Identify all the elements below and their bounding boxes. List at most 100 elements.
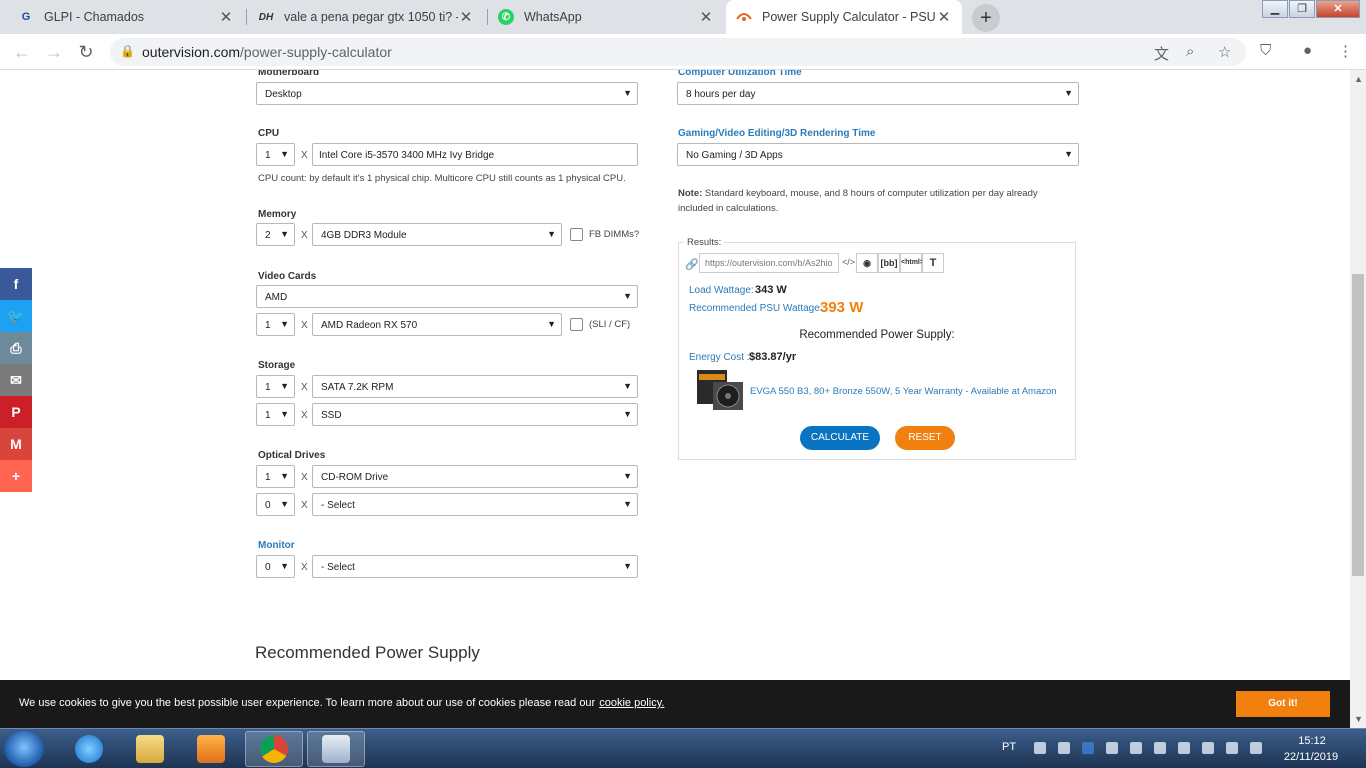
chrome-icon [260, 735, 288, 763]
url-domain: outervision.com [142, 44, 241, 60]
recommended-psu-heading: Recommended Power Supply [255, 643, 480, 662]
volume-icon[interactable] [1250, 742, 1262, 754]
back-button[interactable]: ← [10, 40, 34, 64]
start-button[interactable] [4, 731, 44, 767]
gaming-label: Gaming/Video Editing/3D Rendering Time [678, 128, 876, 139]
close-icon[interactable]: ✕ [218, 8, 234, 26]
text-share-button[interactable]: T [922, 253, 944, 273]
scroll-down-arrow-icon[interactable]: ▼ [1354, 714, 1363, 724]
taskbar-internet-explorer[interactable] [60, 731, 118, 767]
storage-count-select[interactable]: 1 ▼ [256, 375, 295, 398]
input-language[interactable]: PT [1002, 741, 1016, 753]
times-label: X [301, 320, 308, 331]
cpu-model-input[interactable]: Intel Core i5-3570 3400 MHz Ivy Bridge [312, 143, 638, 166]
address-bar[interactable]: 🔒 outervision.com/power-supply-calculato… [110, 38, 1246, 66]
close-window-button[interactable]: ✕ [1316, 0, 1360, 18]
psu-product-link[interactable]: EVGA 550 B3, 80+ Bronze 550W, 5 Year War… [750, 386, 1057, 397]
taskbar-file-explorer[interactable] [121, 731, 179, 767]
bbcode-share-button[interactable]: [bb] [878, 253, 900, 273]
app-tray-icon[interactable] [1082, 742, 1094, 754]
reload-button[interactable]: ↻ [74, 40, 98, 64]
dropdown-arrow-icon: ▼ [280, 561, 289, 571]
minimize-button[interactable]: ▁ [1262, 0, 1288, 18]
share-url-input[interactable]: https://outervision.com/b/As2hio [699, 253, 839, 273]
tab-glpi[interactable]: G GLPI - Chamados ✕ [8, 0, 244, 34]
zoom-icon[interactable]: ⌕ [1186, 43, 1194, 60]
dropdown-arrow-icon: ▼ [547, 229, 556, 239]
close-icon[interactable]: ✕ [936, 8, 952, 26]
fb-dimms-checkbox[interactable] [570, 228, 583, 241]
more-share-button[interactable]: + [0, 460, 32, 492]
storage-type-select[interactable]: SSD ▼ [312, 403, 638, 426]
memory-count-select[interactable]: 2 ▼ [256, 223, 295, 246]
optical-count-select[interactable]: 0 ▼ [256, 493, 295, 516]
optical-type-select[interactable]: CD-ROM Drive ▼ [312, 465, 638, 488]
dropdown-arrow-icon: ▼ [623, 88, 632, 98]
page-scrollbar[interactable]: ▲ ▼ [1350, 70, 1366, 728]
printer-tray-icon[interactable] [1058, 742, 1070, 754]
tab-whatsapp[interactable]: ✆ WhatsApp ✕ [488, 0, 724, 34]
cookie-banner: We use cookies to give you the best poss… [0, 680, 1350, 728]
storage-count-select[interactable]: 1 ▼ [256, 403, 295, 426]
bookmark-star-icon[interactable]: ☆ [1218, 43, 1231, 61]
pinterest-share-button[interactable]: P [0, 396, 32, 428]
clock-time[interactable]: 15:12 [1284, 735, 1340, 747]
tab-hardware-forum[interactable]: DH vale a pena pegar gtx 1050 ti? - F ✕ [248, 0, 484, 34]
forward-button[interactable]: → [42, 40, 66, 64]
calculate-button[interactable]: CALCULATE [800, 426, 880, 450]
cookie-accept-button[interactable]: Got it! [1236, 691, 1330, 717]
optical-type-select[interactable]: - Select ▼ [312, 493, 638, 516]
maximize-button[interactable]: ❐ [1289, 0, 1315, 18]
pinterest-icon: P [11, 404, 21, 420]
scroll-up-arrow-icon[interactable]: ▲ [1354, 74, 1363, 84]
close-icon[interactable]: ✕ [698, 8, 714, 26]
clock-date[interactable]: 22/11/2019 [1278, 751, 1344, 763]
bluetooth-icon[interactable] [1034, 742, 1046, 754]
cookie-policy-link[interactable]: cookie policy. [599, 697, 664, 709]
psu-product-image[interactable] [695, 366, 745, 412]
facebook-share-button[interactable]: f [0, 268, 32, 300]
html-share-button[interactable]: <html> [900, 253, 924, 273]
url-path: /power-supply-calculator [240, 44, 392, 60]
memory-module-select[interactable]: 4GB DDR3 Module ▼ [312, 223, 562, 246]
flag-icon[interactable] [1130, 742, 1142, 754]
email-share-button[interactable]: ✉ [0, 364, 32, 396]
profile-icon[interactable]: ● [1303, 42, 1312, 59]
cpu-count-select[interactable]: 1 ▼ [256, 143, 295, 166]
menu-icon[interactable]: ⋮ [1338, 42, 1353, 60]
close-icon[interactable]: ✕ [458, 8, 474, 26]
video-brand-select[interactable]: AMD ▼ [256, 285, 638, 308]
reset-button[interactable]: RESET [895, 426, 955, 450]
scrollbar-thumb[interactable] [1352, 274, 1364, 576]
monitor-count-select[interactable]: 0 ▼ [256, 555, 295, 578]
storage-label: Storage [258, 360, 296, 371]
embed-code-icon[interactable]: </> [842, 257, 855, 267]
gmail-share-button[interactable]: M [0, 428, 32, 460]
translate-icon[interactable]: ⽂ [1154, 43, 1169, 64]
new-tab-button[interactable]: + [972, 4, 1000, 32]
video-model-select[interactable]: AMD Radeon RX 570 ▼ [312, 313, 562, 336]
usb-tray-icon[interactable] [1202, 742, 1214, 754]
optical-count-select[interactable]: 1 ▼ [256, 465, 295, 488]
tab-power-supply-calculator[interactable]: Power Supply Calculator - PSU Ca ✕ [726, 0, 962, 34]
security-tray-icon[interactable] [1106, 742, 1118, 754]
video-count-select[interactable]: 1 ▼ [256, 313, 295, 336]
taskbar-calculator[interactable] [307, 731, 365, 767]
memory-module-value: 4GB DDR3 Module [321, 230, 407, 241]
reddit-share-button[interactable]: ◉ [856, 253, 878, 273]
monitor-type-select[interactable]: - Select ▼ [312, 555, 638, 578]
sli-checkbox[interactable] [570, 318, 583, 331]
monitor-type-value: - Select [321, 562, 355, 573]
twitter-share-button[interactable]: 🐦 [0, 300, 32, 332]
utilization-select[interactable]: 8 hours per day ▼ [677, 82, 1079, 105]
signal-icon[interactable] [1226, 742, 1238, 754]
monitor-tray-icon[interactable] [1154, 742, 1166, 754]
taskbar-media-player[interactable] [182, 731, 240, 767]
taskbar-chrome[interactable] [245, 731, 303, 767]
storage-type-select[interactable]: SATA 7.2K RPM ▼ [312, 375, 638, 398]
print-share-button[interactable]: ⎙ [0, 332, 32, 364]
network-tray-icon[interactable] [1178, 742, 1190, 754]
extension-shield-icon[interactable]: ⛉ [1260, 42, 1271, 59]
motherboard-select[interactable]: Desktop ▼ [256, 82, 638, 105]
gaming-select[interactable]: No Gaming / 3D Apps ▼ [677, 143, 1079, 166]
